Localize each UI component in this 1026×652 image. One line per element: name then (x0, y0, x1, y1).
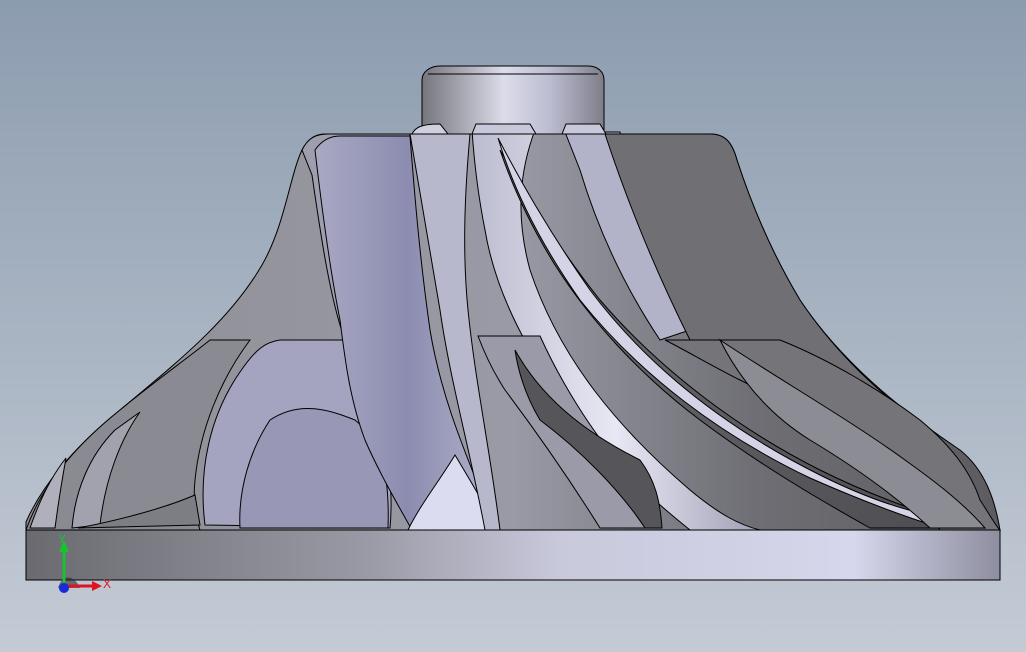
blade-top-3 (561, 123, 607, 135)
triad-x-label: X (103, 577, 112, 591)
x-axis-arrowhead (92, 581, 102, 591)
z-axis-dot (59, 583, 69, 593)
base-plate (25, 529, 1001, 581)
graphics-viewport[interactable]: Y X (0, 0, 1026, 652)
triad-y-label: Y (58, 532, 67, 546)
impeller-model-view[interactable] (0, 0, 1026, 652)
blade-top-2 (471, 123, 537, 135)
